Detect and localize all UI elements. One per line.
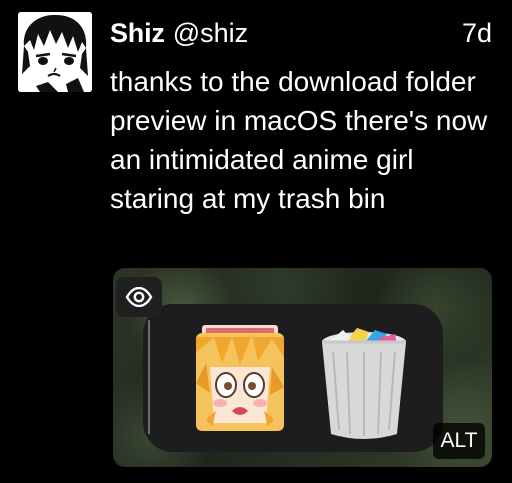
post-header: Shiz @shiz 7d bbox=[110, 18, 492, 54]
eye-button[interactable] bbox=[116, 277, 162, 317]
avatar-image bbox=[18, 12, 92, 92]
trash-icon bbox=[322, 328, 406, 439]
post-timestamp[interactable]: 7d bbox=[462, 18, 492, 49]
trash-bin-icon bbox=[317, 326, 411, 442]
media-image[interactable]: ALT bbox=[113, 268, 492, 467]
display-name[interactable]: Shiz bbox=[110, 18, 165, 49]
user-handle[interactable]: @shiz bbox=[173, 18, 248, 49]
eye-icon bbox=[125, 287, 153, 307]
dock-separator bbox=[148, 320, 150, 434]
post-text: thanks to the download folder preview in… bbox=[110, 66, 488, 214]
downloads-folder-preview bbox=[192, 323, 288, 433]
post: Shiz @shiz 7d thanks to the download fol… bbox=[0, 0, 512, 483]
alt-badge[interactable]: ALT bbox=[433, 423, 485, 459]
anime-girl-icon bbox=[196, 325, 284, 431]
avatar[interactable] bbox=[18, 12, 92, 92]
